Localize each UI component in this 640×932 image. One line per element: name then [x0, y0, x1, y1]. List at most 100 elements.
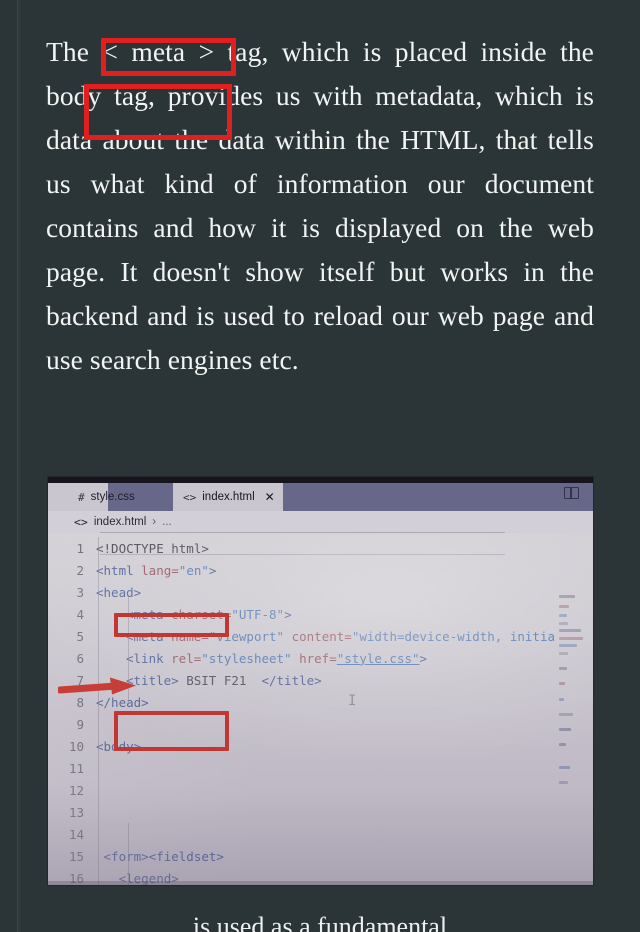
code-text: <title> BSIT F21 </title>	[96, 673, 322, 688]
line-number: 11	[68, 760, 84, 776]
close-icon[interactable]: ✕	[265, 490, 275, 504]
breadcrumb-trail[interactable]: ...	[162, 516, 172, 528]
minimap-line	[559, 604, 569, 608]
code-token-tag: <meta	[126, 628, 172, 644]
line-number: 5	[76, 628, 84, 644]
code-line[interactable]: 11	[48, 757, 96, 779]
line-number: 9	[76, 716, 84, 732]
code-editor-photo: # style.css <> index.html ✕ <> index.htm…	[48, 477, 593, 885]
split-editor-icon[interactable]	[564, 487, 579, 499]
minimap-line	[559, 712, 573, 716]
fold-rule-top	[100, 532, 505, 533]
code-token-link: "style.css"	[336, 650, 420, 666]
code-token-tag: </head>	[96, 694, 149, 710]
line-number: 12	[68, 782, 84, 798]
indent-guide	[128, 595, 129, 705]
minimap-line	[559, 595, 575, 598]
line-number: 4	[76, 606, 84, 622]
code-token-tag: <body>	[96, 738, 142, 754]
code-token-tag: <title>	[126, 672, 179, 688]
code-token-attr: rel=	[171, 650, 202, 666]
code-token-tag: <form><fieldset>	[96, 848, 224, 864]
text-cursor-icon: I	[348, 693, 357, 709]
minimap-line	[559, 614, 567, 617]
line-number: 13	[68, 804, 84, 820]
code-text: <form><fieldset>	[96, 849, 224, 864]
code-line[interactable]: 9	[48, 713, 96, 735]
code-token-str: "en"	[178, 562, 209, 578]
code-line[interactable]: 15 <form><fieldset>	[48, 845, 224, 867]
code-line[interactable]: 13	[48, 801, 96, 823]
code-token-tag: >	[208, 562, 217, 578]
minimap-line	[559, 697, 564, 701]
code-line[interactable]: 1 <!DOCTYPE html>	[48, 537, 209, 559]
code-brackets-icon: <>	[74, 515, 88, 529]
code-line[interactable]: 12	[48, 779, 96, 801]
minimap-line	[559, 682, 565, 686]
code-token-str: "stylesheet"	[201, 650, 292, 666]
code-line[interactable]: 4 <meta charset="UTF-8">	[48, 603, 292, 625]
line-number: 14	[68, 826, 84, 842]
hash-icon: #	[78, 490, 85, 504]
line-number: 8	[76, 694, 84, 710]
line-number: 15	[68, 848, 84, 864]
page-left-rule-2	[18, 0, 20, 932]
article-body: The < meta > tag, which is placed inside…	[46, 30, 594, 382]
code-token-attr: name=	[171, 628, 209, 644]
breadcrumb-file[interactable]: index.html	[94, 516, 146, 528]
line-number: 2	[76, 562, 84, 578]
code-line[interactable]: 10 <body>	[48, 735, 141, 757]
indent-guide	[128, 823, 129, 885]
code-token-plain: <!DOCTYPE html>	[96, 540, 209, 556]
code-brackets-icon: <>	[183, 490, 197, 504]
tab-label: index.html	[202, 491, 255, 503]
code-token-tag: <head>	[96, 584, 142, 600]
code-token-tag: </title>	[261, 672, 322, 688]
code-text: <meta name="viewport" content="width=dev…	[96, 629, 555, 644]
code-token-str: "UTF-8"	[231, 606, 285, 622]
minimap-line	[559, 629, 581, 633]
code-text: <body>	[96, 739, 141, 754]
minimap-line	[559, 652, 568, 655]
code-line[interactable]: 14	[48, 823, 96, 845]
line-number: 7	[76, 672, 84, 688]
page-caption: is used as a fundamental	[192, 912, 448, 932]
code-line[interactable]: 7 <title> BSIT F21 </title>	[48, 669, 322, 691]
tab-index-html[interactable]: <> index.html ✕	[173, 483, 283, 511]
editor-surface[interactable]: 1 <!DOCTYPE html> 2 <html lang="en"> 3 <head>…	[48, 532, 593, 885]
code-token-attr: charset=	[171, 606, 232, 622]
code-token-attr: lang=	[141, 562, 179, 578]
code-token-str: "viewport"	[208, 628, 285, 644]
code-token-attr: content=	[291, 628, 352, 644]
minimap-line	[559, 766, 570, 769]
indent-guide	[98, 537, 99, 885]
code-token-tag: >	[284, 606, 292, 622]
code-line[interactable]: 6 <link rel="stylesheet" href="style.css"…	[48, 647, 427, 669]
tab-style-css[interactable]: # style.css	[68, 483, 145, 511]
photo-bottom-fade	[48, 881, 593, 885]
code-token-str: "width=device-width, initia	[351, 628, 556, 644]
code-text: <head>	[96, 585, 141, 600]
editor-minimap[interactable]	[557, 589, 583, 885]
code-text: <!DOCTYPE html>	[96, 541, 209, 556]
minimap-line	[559, 636, 583, 640]
code-token-attr: href=	[299, 650, 337, 666]
minimap-line	[559, 728, 571, 731]
code-token-tag: <meta	[126, 606, 172, 622]
minimap-line	[559, 781, 568, 785]
minimap-line	[559, 743, 566, 747]
code-text: <meta charset="UTF-8">	[96, 607, 292, 622]
code-line[interactable]: 2 <html lang="en">	[48, 559, 216, 581]
minimap-line	[559, 621, 568, 625]
line-number: 6	[76, 650, 84, 666]
code-text: </head>	[96, 695, 149, 710]
line-number: 10	[68, 738, 84, 754]
code-token-tag: >	[419, 650, 428, 666]
line-number: 3	[76, 584, 84, 600]
paragraph-text: The < meta > tag, which is placed inside…	[46, 36, 594, 375]
breadcrumb-separator: ›	[152, 516, 157, 528]
code-line[interactable]: 5 <meta name="viewport" content="width=de…	[48, 625, 555, 647]
line-number: 1	[76, 540, 84, 556]
